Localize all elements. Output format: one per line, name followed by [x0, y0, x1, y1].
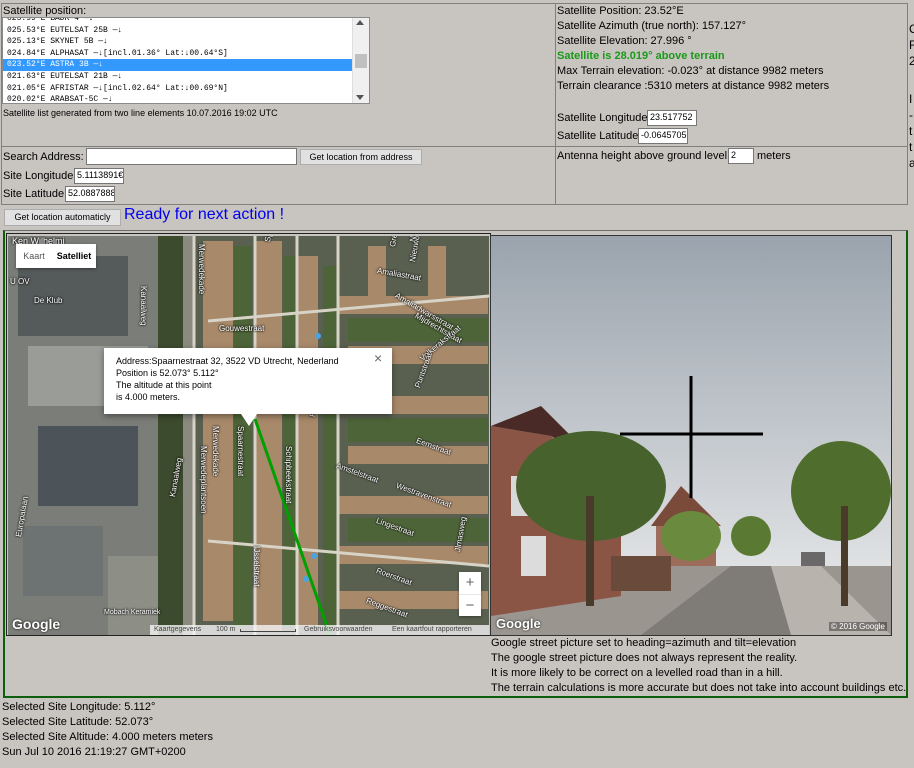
- place-label-ov: U OV: [10, 277, 30, 286]
- satellite-list-item[interactable]: 025.13°E SKYNET 5B —↓: [3, 36, 353, 48]
- scroll-down-icon[interactable]: [356, 95, 364, 100]
- map-footer: Kaartgegevens 100 m Gebruiksvoorwaarden …: [150, 625, 489, 635]
- terrain-clearance-text: Terrain clearance :5310 meters at distan…: [557, 80, 830, 92]
- get-location-automatically-button[interactable]: Get location automaticly: [4, 209, 121, 226]
- satellite-list-item[interactable]: 020.02°E ARABSAT-5C —↓: [3, 94, 353, 103]
- site-longitude-label: Site Longitude:: [3, 170, 77, 182]
- map-terms-link[interactable]: Gebruiksvoorwaarden: [304, 625, 372, 635]
- popup-address: Address:Spaarnestraat 32, 3522 VD Utrech…: [116, 356, 339, 366]
- selected-site-latitude: Selected Site Latitude: 52.073°: [2, 716, 154, 728]
- satellite-list-item[interactable]: 024.84°E ALPHASAT —↓[incl.01.36° Lat:↓00…: [3, 48, 353, 60]
- satellite-list-item[interactable]: 023.52°E ASTRA 3B —↓: [3, 59, 353, 71]
- zoom-out-button[interactable]: −: [459, 595, 481, 616]
- street-view-image[interactable]: Google © 2016 Google: [491, 236, 891, 635]
- place-label-club: De Klub: [34, 296, 63, 305]
- satellite-visibility-status: Satellite is 28.019° above terrain: [557, 50, 725, 62]
- right-edge-clipped-text: CF2I-tta: [909, 22, 914, 182]
- popup-position: Position is 52.073° 5.112°: [116, 368, 219, 378]
- antenna-height-input[interactable]: 2: [728, 148, 754, 164]
- satellite-elevation-text: Satellite Elevation: 27.996 °: [557, 35, 692, 47]
- search-address-input[interactable]: [86, 148, 297, 165]
- satellite-list-item[interactable]: 025.99°E BADR-4 —↓: [3, 18, 353, 25]
- right-edge-char: t: [909, 124, 913, 138]
- street-label: Kanaalweg: [139, 286, 148, 326]
- scroll-thumb[interactable]: [355, 54, 367, 68]
- street-label: Schipbeekstraat: [284, 446, 293, 504]
- street-label: Spaarnestraat: [236, 426, 245, 477]
- right-edge-char: I: [909, 92, 913, 106]
- get-location-from-address-button[interactable]: Get location from address: [300, 149, 422, 165]
- popup-close-icon[interactable]: ×: [374, 350, 382, 366]
- selected-site-altitude: Selected Site Altitude: 4.000 meters met…: [2, 731, 213, 743]
- site-longitude-field[interactable]: 5.1113891€: [74, 168, 124, 184]
- satellite-list-item[interactable]: 025.53°E EUTELSAT 25B —↓: [3, 25, 353, 37]
- right-edge-char: t: [909, 140, 913, 154]
- right-edge-char: -: [909, 108, 913, 122]
- map-data-link[interactable]: Kaartgegevens: [154, 625, 201, 635]
- search-address-label: Search Address:: [3, 151, 84, 163]
- scroll-up-icon[interactable]: [356, 20, 364, 25]
- listbox-scrollbar[interactable]: [352, 18, 369, 103]
- street-label: Gouwestraat: [219, 324, 265, 333]
- current-datetime: Sun Jul 10 2016 21:19:27 GMT+0200: [2, 746, 186, 758]
- street-caption-3: It is more likely to be correct on a lev…: [491, 667, 783, 679]
- google-logo: Google: [12, 616, 61, 632]
- satellite-position-label: Satellite position:: [3, 5, 87, 17]
- popup-pointer-icon: [241, 414, 257, 426]
- street-caption-1: Google street picture set to heading=azi…: [491, 637, 797, 649]
- street-caption-2: The google street picture does not alway…: [491, 652, 798, 664]
- site-latitude-field[interactable]: 52.0887888: [65, 186, 115, 202]
- place-label-mobach: Mobach Keramiek: [104, 609, 161, 616]
- satellite-latitude-label: Satellite Latitude:: [557, 130, 642, 142]
- map-scale-bar: [240, 629, 296, 632]
- tab-kaart[interactable]: Kaart: [16, 244, 52, 268]
- popup-altitude-line2: is 4.000 meters.: [116, 392, 181, 402]
- map-type-control: Kaart Satelliet: [16, 244, 96, 268]
- street-caption-4: The terrain calculations is more accurat…: [491, 682, 907, 694]
- satellite-latitude-field[interactable]: -0.0645705: [638, 128, 688, 144]
- street-label: IJsselstraat: [252, 546, 261, 587]
- selected-site-longitude: Selected Site Longitude: 5.112°: [2, 701, 156, 713]
- tab-satelliet[interactable]: Satelliet: [52, 244, 96, 268]
- satellite-list-item[interactable]: 021.05°E AFRISTAR —↓[incl.02.64° Lat:↓00…: [3, 83, 353, 95]
- satellite-longitude-field[interactable]: 23.517752: [647, 110, 697, 126]
- max-terrain-text: Max Terrain elevation: -0.023° at distan…: [557, 65, 824, 77]
- antenna-height-unit: meters: [757, 150, 791, 162]
- zoom-control: + −: [459, 572, 481, 616]
- satellite-list-items: 025.99°E BADR-4 —↓ 025.53°E EUTELSAT 25B …: [3, 18, 369, 103]
- satellite-listbox[interactable]: 025.99°E BADR-4 —↓ 025.53°E EUTELSAT 25B …: [2, 17, 370, 104]
- popup-altitude-line1: The altitude at this point: [116, 380, 212, 390]
- zoom-in-button[interactable]: +: [459, 572, 481, 595]
- street-copyright: © 2016 Google: [829, 622, 887, 631]
- right-edge-char: F: [909, 38, 914, 52]
- map-popup: Address:Spaarnestraat 32, 3522 VD Utrech…: [104, 348, 392, 414]
- street-label: Merwedeplantsoen: [199, 446, 208, 514]
- right-edge-char: a: [909, 156, 914, 170]
- action-status-text: Ready for next action !: [124, 206, 285, 223]
- antenna-height-label: Antenna height above ground level:: [557, 150, 731, 162]
- right-edge-char: 2: [909, 54, 914, 68]
- satellite-list-footnote: Satellite list generated from two line e…: [3, 108, 278, 118]
- street-google-logo: Google: [496, 616, 541, 631]
- satellite-longitude-label: Satellite Longitude:: [557, 112, 651, 124]
- street-photo: [491, 236, 891, 635]
- map-report-link[interactable]: Een kaartfout rapporteren: [392, 625, 472, 635]
- satellite-map[interactable]: SpuistraatGouwestraatMerwedekadeKanaalwe…: [8, 236, 489, 635]
- street-label: Merwedekade: [197, 244, 206, 295]
- satellite-position-text: Satellite Position: 23.52°E: [557, 5, 684, 17]
- right-edge-char: C: [909, 22, 914, 36]
- satellite-azimuth-text: Satellite Azimuth (true north): 157.127°: [557, 20, 747, 32]
- satellite-list-item[interactable]: 021.63°E EUTELSAT 21B —↓: [3, 71, 353, 83]
- map-scale: 100 m: [216, 626, 236, 633]
- street-label: Merwedekade: [211, 426, 220, 477]
- site-latitude-label: Site Latitude:: [3, 188, 68, 200]
